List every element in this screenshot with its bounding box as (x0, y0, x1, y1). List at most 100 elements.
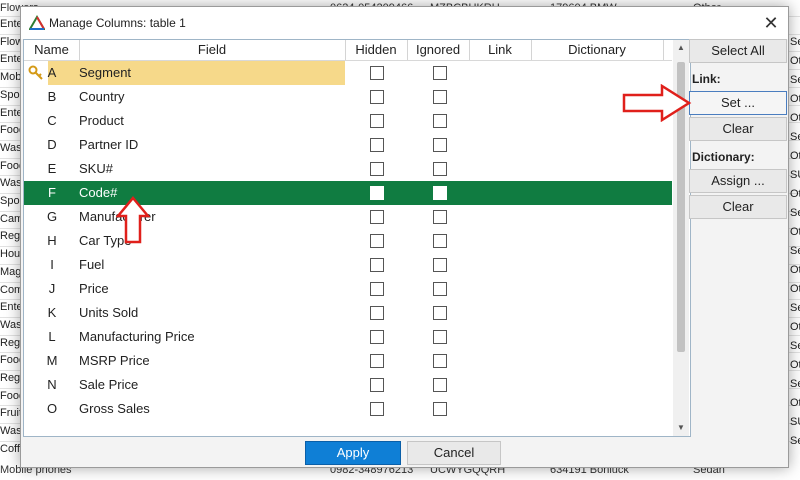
column-letter: D (47, 137, 57, 152)
cancel-button[interactable]: Cancel (407, 441, 501, 465)
column-letter: E (47, 161, 57, 176)
ignored-checkbox[interactable] (433, 234, 447, 248)
bg-right-fragment: Othe (790, 321, 800, 333)
bg-left-fragment: Was (0, 425, 22, 438)
bg-right-fragment: SUV (790, 416, 800, 428)
link-set-button[interactable]: Set ... (689, 91, 787, 115)
link-clear-button[interactable]: Clear (689, 117, 787, 141)
column-field-name: Country (79, 89, 125, 104)
column-letter: A (47, 65, 57, 80)
hidden-checkbox[interactable] (370, 378, 384, 392)
bg-left-fragment: Was (0, 141, 22, 154)
hidden-checkbox[interactable] (370, 330, 384, 344)
table-row[interactable]: C Product (24, 109, 672, 133)
apply-button[interactable]: Apply (305, 441, 401, 465)
ignored-checkbox[interactable] (433, 90, 447, 104)
bg-left-fragment: Was (0, 177, 22, 190)
scroll-down-icon[interactable]: ▼ (673, 420, 689, 436)
column-field-name: Partner ID (79, 137, 139, 152)
select-all-button[interactable]: Select All (689, 39, 787, 63)
bg-right-fragment: Sed (790, 36, 800, 48)
table-row[interactable]: K Units Sold (24, 301, 672, 325)
ignored-checkbox[interactable] (433, 258, 447, 272)
grid-header: Name Field Hidden Ignored Link Dictionar… (24, 40, 672, 61)
link-label: Link: (692, 72, 721, 86)
hidden-checkbox[interactable] (370, 354, 384, 368)
table-row[interactable]: O Gross Sales (24, 397, 672, 421)
column-field-name: Fuel (79, 257, 105, 272)
column-letter: L (48, 329, 56, 344)
column-field-name: SKU# (79, 161, 113, 176)
column-field-name: Code# (79, 185, 118, 200)
header-name[interactable]: Name (24, 40, 80, 60)
ignored-checkbox[interactable] (433, 282, 447, 296)
dictionary-clear-button[interactable]: Clear (689, 195, 787, 219)
header-field[interactable]: Field (79, 40, 346, 60)
ignored-checkbox[interactable] (433, 402, 447, 416)
ignored-checkbox[interactable] (433, 306, 447, 320)
table-row[interactable]: I Fuel (24, 253, 672, 277)
column-letter: M (46, 353, 58, 368)
bg-right-fragment: Othe (790, 264, 800, 276)
table-row[interactable]: A Segment (24, 61, 672, 85)
column-field-name: Price (79, 281, 109, 296)
ignored-checkbox[interactable] (433, 66, 447, 80)
column-letter: C (47, 113, 57, 128)
hidden-checkbox[interactable] (370, 306, 384, 320)
hidden-checkbox[interactable] (370, 210, 384, 224)
ignored-checkbox[interactable] (433, 354, 447, 368)
table-row[interactable]: B Country (24, 85, 672, 109)
column-field-name: MSRP Price (79, 353, 150, 368)
hidden-checkbox[interactable] (370, 402, 384, 416)
hidden-checkbox[interactable] (370, 162, 384, 176)
bg-right-fragment: Sed (790, 74, 800, 86)
bg-left-fragment: Mag (0, 265, 22, 278)
table-row[interactable]: M MSRP Price (24, 349, 672, 373)
right-arrow-annotation-icon (622, 84, 692, 122)
hidden-checkbox[interactable] (370, 90, 384, 104)
column-field-name: Product (79, 113, 124, 128)
scroll-up-icon[interactable]: ▲ (673, 40, 689, 56)
hidden-checkbox[interactable] (370, 234, 384, 248)
bg-right-fragment: Othe (790, 283, 800, 295)
bg-right-fragment: Othe (790, 150, 800, 162)
hidden-checkbox[interactable] (370, 66, 384, 80)
table-row[interactable]: D Partner ID (24, 133, 672, 157)
column-letter: G (46, 209, 58, 224)
bg-right-fragment: Othe (790, 359, 800, 371)
hidden-checkbox[interactable] (370, 114, 384, 128)
table-row[interactable]: L Manufacturing Price (24, 325, 672, 349)
bg-right-fragment: Sed (790, 340, 800, 352)
bg-left-fragment: Coff (0, 442, 20, 455)
app-logo-icon (29, 15, 45, 30)
ignored-checkbox[interactable] (433, 378, 447, 392)
column-field-name: Gross Sales (79, 401, 150, 416)
hidden-checkbox[interactable] (370, 138, 384, 152)
header-hidden[interactable]: Hidden (345, 40, 408, 60)
bg-right-fragment: Othe (790, 226, 800, 238)
ignored-checkbox[interactable] (433, 330, 447, 344)
hidden-checkbox[interactable] (370, 186, 384, 200)
column-letter: N (47, 377, 57, 392)
column-field-name: Units Sold (79, 305, 139, 320)
ignored-checkbox[interactable] (433, 186, 447, 200)
dictionary-assign-button[interactable]: Assign ... (689, 169, 787, 193)
header-dictionary[interactable]: Dictionary (531, 40, 664, 60)
ignored-checkbox[interactable] (433, 114, 447, 128)
hidden-checkbox[interactable] (370, 258, 384, 272)
bg-left-fragment: Mob (0, 71, 22, 84)
header-link[interactable]: Link (469, 40, 532, 60)
ignored-checkbox[interactable] (433, 210, 447, 224)
header-ignored[interactable]: Ignored (407, 40, 470, 60)
column-field-name: Sale Price (79, 377, 139, 392)
column-letter: B (47, 89, 57, 104)
close-button[interactable]: ✕ (758, 10, 784, 36)
ignored-checkbox[interactable] (433, 162, 447, 176)
table-row[interactable]: N Sale Price (24, 373, 672, 397)
ignored-checkbox[interactable] (433, 138, 447, 152)
hidden-checkbox[interactable] (370, 282, 384, 296)
table-row[interactable]: E SKU# (24, 157, 672, 181)
bg-right-fragment: Sed (790, 302, 800, 314)
bg-left-fragment: Fruit (0, 407, 22, 420)
table-row[interactable]: J Price (24, 277, 672, 301)
